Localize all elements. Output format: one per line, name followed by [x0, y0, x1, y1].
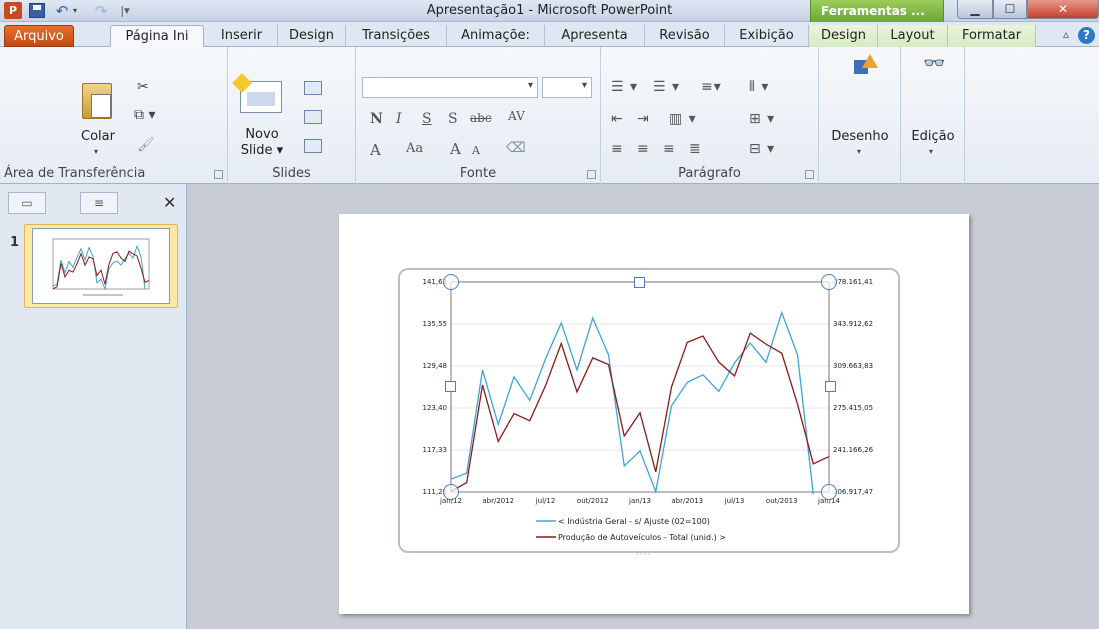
x-tick-label: jan/13	[628, 497, 651, 505]
chart-handle-left[interactable]	[445, 381, 456, 392]
y-right-tick-label: 275.415,05	[833, 404, 873, 412]
chart-handle-top-left[interactable]	[443, 274, 459, 290]
chart-handle-top-right[interactable]	[821, 274, 837, 290]
y-left-axis: 111,25117,33123,40129,48135,55141,62	[423, 278, 448, 496]
chart-handle-bottom-right[interactable]	[821, 484, 837, 500]
y-left-tick-label: 135,55	[423, 320, 448, 328]
x-tick-label: jul/12	[535, 497, 556, 505]
y-left-tick-label: 117,33	[423, 446, 448, 454]
x-axis: jan/12 abr/2012 jul/12 out/2012 jan/13 abr/20…	[439, 497, 840, 505]
legend-label: Produção de Autoveículos - Total (unid.)…	[558, 533, 726, 542]
series-line-2	[450, 332, 830, 492]
y-right-tick-label: 241.166,26	[833, 446, 874, 454]
y-right-tick-label: 378.161,41	[833, 278, 873, 286]
y-right-tick-label: 343.912,62	[833, 320, 873, 328]
chart-handle-bottom-left[interactable]	[443, 484, 459, 500]
chart-series	[450, 310, 830, 495]
chart-legend: < Indústria Geral - s/ Ajuste (02=100) Pr…	[536, 517, 726, 542]
legend-label: < Indústria Geral - s/ Ajuste (02=100)	[558, 517, 710, 526]
y-right-tick-label: 309.663,83	[833, 362, 873, 370]
x-tick-label: out/2012	[577, 497, 609, 505]
x-tick-label: abr/2013	[671, 497, 703, 505]
y-left-tick-label: 123,40	[423, 404, 448, 412]
chart-handle-top[interactable]	[634, 277, 645, 288]
plot-area	[450, 281, 830, 493]
y-right-tick-label: 206.917,47	[833, 488, 873, 496]
x-tick-label: abr/2012	[482, 497, 514, 505]
chart: 111,25117,33123,40129,48135,55141,62 206…	[423, 278, 874, 542]
y-left-tick-label: 129,48	[423, 362, 448, 370]
x-tick-label: jul/13	[724, 497, 745, 505]
chart-handle-right[interactable]	[825, 381, 836, 392]
y-right-axis: 206.917,47 241.166,26 275.415,05 309.663,83…	[833, 278, 874, 496]
x-tick-label: out/2013	[766, 497, 798, 505]
